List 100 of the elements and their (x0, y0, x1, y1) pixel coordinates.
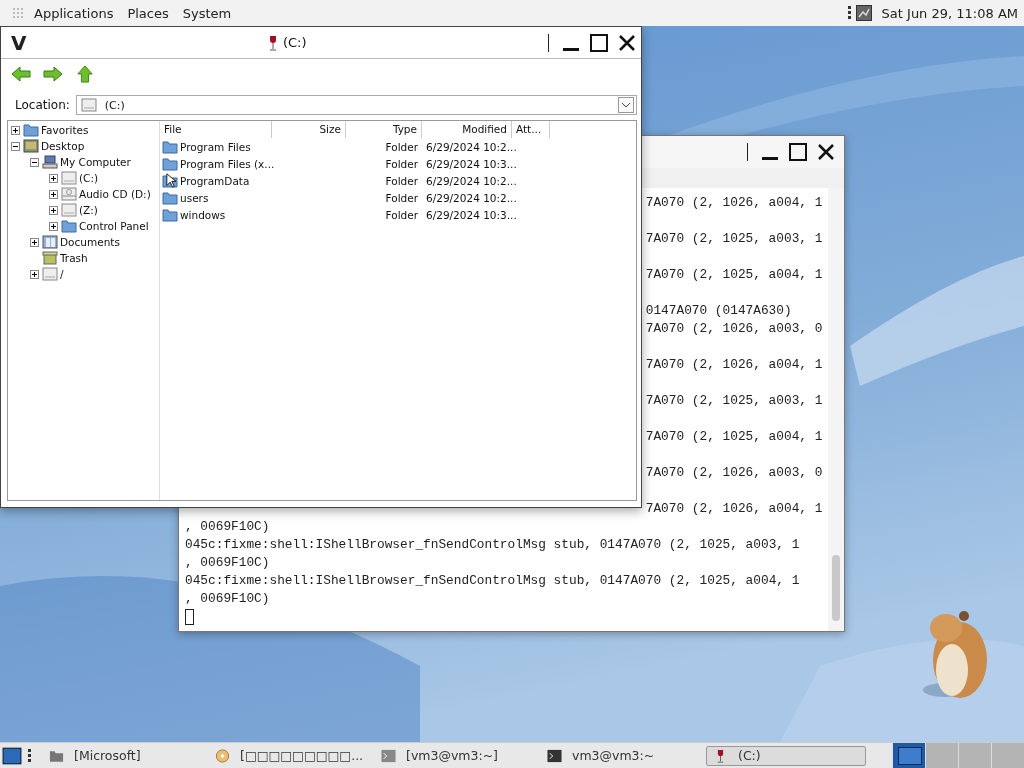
terminal-line: 045c:fixme:shell:IShellBrowser_fnSendControlMsg stub, 0147A070 (2, 1025, a003, 1 (185, 537, 800, 552)
forward-arrow-icon[interactable] (43, 65, 63, 83)
documents-icon (42, 235, 58, 249)
tree-item[interactable]: Control Panel (79, 220, 149, 232)
terminal-line: 7A070 (2, 1026, a003, 0 (645, 465, 823, 480)
tree-item[interactable]: Documents (60, 236, 120, 248)
panel-menu[interactable]: Applications (34, 5, 114, 21)
column-header[interactable]: File (160, 121, 272, 138)
expand-icon[interactable] (30, 237, 39, 247)
panel-menu[interactable]: System (182, 5, 232, 21)
drive-icon (42, 267, 58, 281)
up-arrow-icon[interactable] (75, 65, 95, 83)
taskbar-button[interactable]: [vm3@vm3:~] (374, 745, 534, 766)
terminal-line: 7A070 (2, 1025, a003, 1 (645, 231, 823, 246)
tree-item[interactable]: (C:) (79, 172, 99, 184)
folder-icon (162, 190, 178, 205)
tree-item[interactable]: / (60, 268, 64, 280)
scrollbar-thumb[interactable] (832, 555, 840, 621)
file-name[interactable]: windows (180, 208, 226, 221)
expand-icon[interactable] (30, 269, 39, 279)
tree-item[interactable]: My Computer (60, 156, 131, 168)
expand-icon[interactable] (11, 125, 20, 135)
handle-icon[interactable] (28, 747, 32, 764)
disc-icon (215, 748, 230, 763)
handle-icon[interactable] (847, 5, 852, 21)
tree-item[interactable]: Trash (60, 252, 88, 264)
column-header[interactable]: Size (272, 121, 346, 138)
show-desktop-icon[interactable] (2, 745, 22, 766)
column-header[interactable]: Type (346, 121, 422, 138)
tree-item[interactable]: (Z:) (79, 204, 98, 216)
file-modified: 6/29/2024 10:2... (426, 140, 517, 153)
folder-icon (162, 156, 178, 171)
drive-icon (80, 98, 97, 112)
column-header[interactable]: Att... (512, 121, 550, 138)
drive-icon (61, 203, 77, 217)
location-combo[interactable]: (C:) (75, 95, 637, 115)
desktop-icon (23, 139, 39, 153)
terminal-line: 0147A070 (0147A630) (645, 303, 792, 318)
back-arrow-icon[interactable] (11, 65, 31, 83)
file-name[interactable]: users (180, 191, 209, 204)
terminal-line: , 0069F10C) (185, 555, 270, 570)
taskbar-button[interactable]: vm3@vm3:~ (540, 745, 700, 766)
terminal-line: 7A070 (2, 1025, a003, 1 (645, 393, 823, 408)
clock[interactable]: Sat Jun 29, 11:08 AM (881, 5, 1018, 21)
file-modified: 6/29/2024 10:3... (426, 157, 517, 170)
taskbar-button[interactable]: (C:) (706, 745, 866, 766)
window-title: (C:) (282, 35, 307, 50)
scrollbar[interactable] (828, 188, 844, 631)
file-name[interactable]: ProgramData (180, 174, 250, 187)
terminal-line: 7A070 (2, 1026, a004, 1 (645, 195, 823, 210)
terminal-line: 7A070 (2, 1025, a004, 1 (645, 267, 823, 282)
file-name[interactable]: Program Files (x... (180, 157, 275, 170)
terminal-icon (547, 748, 562, 763)
file-type: Folder (385, 174, 418, 187)
location-label: Location: (15, 98, 70, 112)
maximize-icon[interactable] (589, 32, 609, 53)
window-menu-button[interactable]: V (11, 30, 27, 55)
terminal-line: 7A070 (2, 1026, a004, 1 (645, 501, 823, 516)
collapse-icon[interactable] (11, 141, 20, 151)
tree-item[interactable]: Desktop (41, 140, 85, 152)
folder-icon (49, 748, 64, 763)
drive-icon (61, 171, 77, 185)
terminal-cursor (185, 608, 194, 625)
workspace-button[interactable] (892, 742, 925, 768)
column-header[interactable]: Modified (422, 121, 512, 138)
maximize-icon[interactable] (788, 142, 808, 162)
trash-icon (42, 251, 58, 265)
file-type: Folder (385, 208, 418, 221)
expand-icon[interactable] (49, 173, 58, 183)
close-icon[interactable] (617, 32, 637, 53)
file-modified: 6/29/2024 10:3... (426, 208, 517, 221)
terminal-line: , 0069F10C) (185, 519, 270, 534)
expand-icon[interactable] (49, 189, 58, 199)
folder-icon (61, 219, 77, 233)
wine-glass-icon (267, 34, 278, 51)
computer-icon (42, 155, 58, 169)
folder-icon (162, 139, 178, 154)
dropdown-icon[interactable] (618, 97, 634, 113)
terminal-icon (381, 748, 396, 763)
file-name[interactable]: Program Files (180, 140, 251, 153)
folder-icon (162, 207, 178, 222)
collapse-icon[interactable] (30, 157, 39, 167)
taskbar-button[interactable]: [Microsoft] (42, 745, 202, 766)
applet-icon[interactable] (855, 5, 872, 21)
file-type: Folder (385, 157, 418, 170)
folder-icon (23, 123, 39, 137)
terminal-line: , 0069F10C) (185, 591, 270, 606)
tree-item[interactable]: Favorites (41, 124, 89, 136)
expand-icon[interactable] (49, 205, 58, 215)
terminal-line: 045c:fixme:shell:IShellBrowser_fnSendControlMsg stub, 0147A070 (2, 1025, a004, 1 (185, 573, 800, 588)
close-icon[interactable] (816, 142, 836, 162)
terminal-line: 7A070 (2, 1026, a004, 1 (645, 357, 823, 372)
taskbar-button[interactable]: [□□□□□□□□□... (208, 745, 368, 766)
expand-icon[interactable] (49, 221, 58, 231)
file-modified: 6/29/2024 10:2... (426, 191, 517, 204)
panel-menu[interactable]: Places (127, 5, 169, 21)
cd-drive-icon (61, 187, 77, 201)
file-type: Folder (385, 140, 418, 153)
terminal-line: 7A070 (2, 1026, a003, 0 (645, 321, 823, 336)
tree-item[interactable]: Audio CD (D:) (79, 188, 151, 200)
